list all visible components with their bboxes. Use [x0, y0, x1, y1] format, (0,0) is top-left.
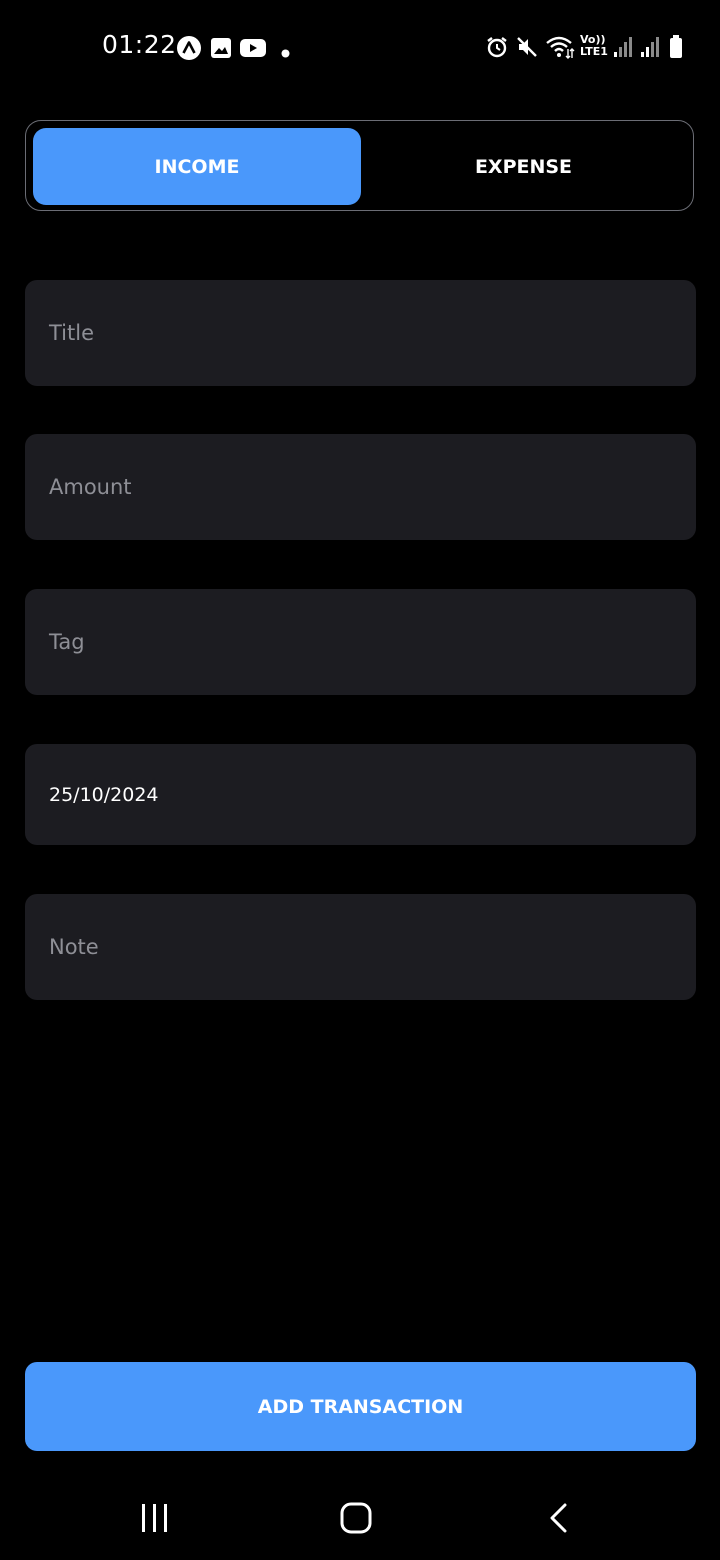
wifi-icon [545, 34, 575, 64]
note-placeholder: Note [49, 935, 99, 959]
back-icon[interactable] [547, 1502, 569, 1538]
status-time: 01:22 [102, 30, 177, 59]
home-icon[interactable] [340, 1502, 372, 1538]
volte-lte-icon: Vo)) LTE1 [580, 34, 610, 60]
transaction-type-toggle: INCOME EXPENSE [25, 120, 694, 211]
notification-dot-icon [281, 43, 290, 62]
date-value: 25/10/2024 [49, 783, 159, 806]
youtube-icon [239, 37, 267, 63]
title-placeholder: Title [49, 321, 95, 345]
signal-icon-2 [640, 36, 660, 62]
alarm-icon [485, 35, 509, 63]
tag-placeholder: Tag [49, 630, 85, 654]
note-field[interactable]: Note [25, 894, 696, 1000]
add-transaction-button[interactable]: ADD TRANSACTION [25, 1362, 696, 1451]
lte-label: LTE1 [580, 45, 608, 58]
battery-icon [669, 35, 683, 63]
mute-icon [515, 35, 539, 63]
recents-icon[interactable] [140, 1502, 170, 1538]
status-bar: 01:22 Vo)) LTE1 [0, 0, 720, 94]
amount-field[interactable]: Amount [25, 434, 696, 540]
amount-placeholder: Amount [49, 475, 132, 499]
signal-icon [613, 36, 633, 62]
arch-app-icon [176, 35, 202, 65]
date-field[interactable]: 25/10/2024 [25, 744, 696, 845]
gallery-icon [210, 37, 232, 63]
income-tab[interactable]: INCOME [33, 128, 361, 205]
system-nav-bar [0, 1480, 720, 1560]
title-field[interactable]: Title [25, 280, 696, 386]
expense-tab[interactable]: EXPENSE [361, 128, 686, 205]
tag-field[interactable]: Tag [25, 589, 696, 695]
